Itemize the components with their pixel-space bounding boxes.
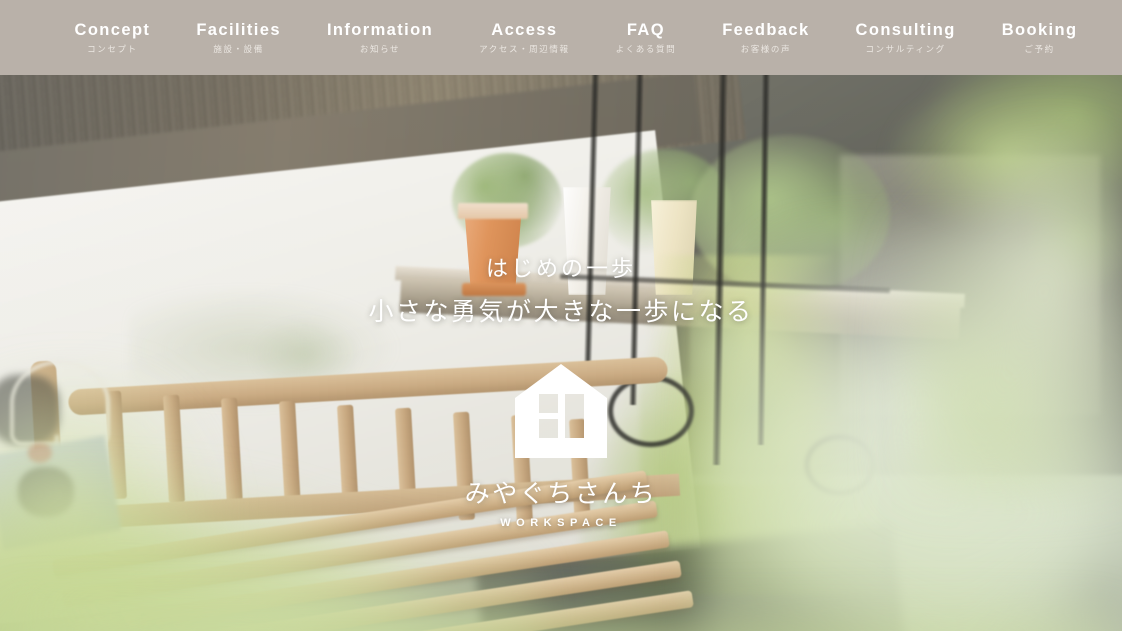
nav-item-access[interactable]: Access アクセス・周辺情報 <box>456 20 592 54</box>
page-root: Concept コンセプト Facilities 施設・設備 Informati… <box>0 0 1122 631</box>
hero-background-photo <box>0 75 1122 631</box>
nav-item-consulting[interactable]: Consulting コンサルティング <box>833 20 979 54</box>
nav-label-ja: コンセプト <box>87 44 138 54</box>
nav-label-en: Feedback <box>722 20 810 39</box>
left-dark-object-2 <box>18 467 74 517</box>
nav-label-en: FAQ <box>626 20 665 39</box>
bench-top-rail <box>67 356 669 416</box>
nav-item-booking[interactable]: Booking ご予約 <box>979 20 1101 54</box>
nav-label-en: Facilities <box>196 20 281 39</box>
left-red-accent <box>28 443 52 463</box>
terracotta-pot-rim <box>458 203 528 219</box>
nav-item-facilities[interactable]: Facilities 施設・設備 <box>173 20 304 54</box>
nav-label-en: Concept <box>74 20 151 39</box>
bench-backrest-slat <box>220 397 244 507</box>
nav-label-ja: コンサルティング <box>865 44 946 54</box>
bench-backrest-slat <box>278 400 302 510</box>
nav-label-en: Booking <box>1001 20 1078 39</box>
nav-label-ja: ご予約 <box>1024 44 1055 54</box>
foreground-shadow-right-2 <box>1020 505 1122 631</box>
nav-item-information[interactable]: Information お知らせ <box>304 20 456 54</box>
nav-label-ja: お知らせ <box>359 44 401 54</box>
nav-label-en: Consulting <box>855 20 956 39</box>
bench-backrest-slat <box>162 394 186 504</box>
main-navigation: Concept コンセプト Facilities 施設・設備 Informati… <box>0 0 1122 75</box>
terracotta-pot-saucer <box>462 283 526 296</box>
nav-item-faq[interactable]: FAQ よくある質問 <box>593 20 700 54</box>
nav-label-ja: アクセス・周辺情報 <box>479 44 570 54</box>
nav-label-ja: 施設・設備 <box>213 44 264 54</box>
nav-item-concept[interactable]: Concept コンセプト <box>52 20 174 54</box>
nav-label-ja: お客様の声 <box>740 44 792 54</box>
hero-section: はじめの一歩 小さな勇気が大きな一歩になる みやぐちさんち WORKSPACE <box>0 75 1122 631</box>
nav-label-ja: よくある質問 <box>615 44 677 54</box>
nav-label-en: Access <box>491 20 558 39</box>
nav-list: Concept コンセプト Facilities 施設・設備 Informati… <box>22 20 1101 54</box>
plant-hanger-ring-2 <box>805 435 875 495</box>
nav-item-feedback[interactable]: Feedback お客様の声 <box>699 20 832 54</box>
nav-label-en: Information <box>326 20 434 39</box>
plant-stand <box>10 360 110 446</box>
terracotta-pot <box>464 211 522 289</box>
